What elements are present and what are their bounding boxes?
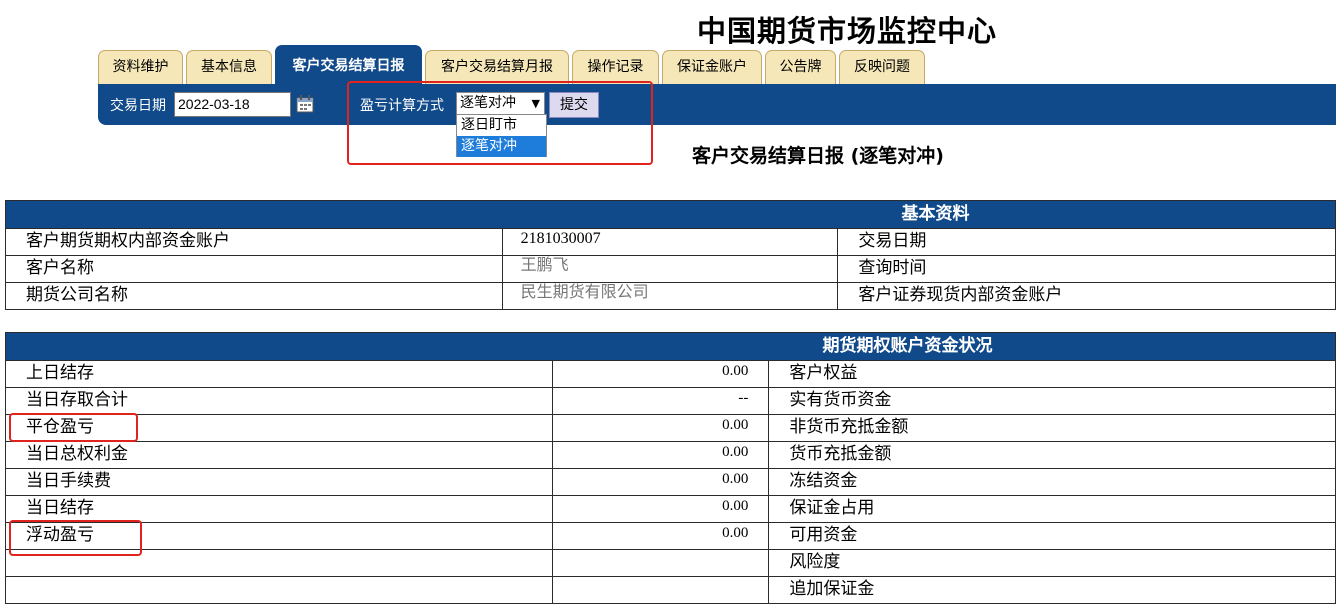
table-row: 期货公司名称 民生期货有限公司 客户证券现货内部资金账户 <box>5 282 1336 310</box>
fund-value <box>551 549 770 577</box>
fund-value: 0.00 <box>551 495 770 523</box>
site-title: 中国期货市场监控中心 <box>697 14 998 48</box>
info-right-label: 查询时间 <box>837 255 1336 283</box>
fund-value <box>551 576 770 604</box>
submit-button[interactable]: 提交 <box>549 92 599 118</box>
fund-value: 0.00 <box>551 522 770 550</box>
fund-right-label: 追加保证金 <box>768 576 1336 604</box>
fund-label <box>5 576 553 604</box>
table-row: 追加保证金 <box>5 576 1336 604</box>
basic-info-header: 基本资料 <box>5 200 1336 229</box>
table-row: 平仓盈亏 0.00 非货币充抵金额 <box>5 414 1336 442</box>
table-row: 客户期货期权内部资金账户 2181030007 交易日期 <box>5 228 1336 256</box>
tab-basic-info[interactable]: 基本信息 <box>186 50 272 84</box>
funds-header: 期货期权账户资金状况 <box>5 332 1336 361</box>
basic-info-table: 基本资料 客户期货期权内部资金账户 2181030007 交易日期 客户名称 王… <box>5 200 1336 310</box>
fund-label: 当日手续费 <box>5 468 553 496</box>
fund-label: 当日结存 <box>5 495 553 523</box>
info-label: 客户名称 <box>5 255 503 283</box>
tab-margin-account[interactable]: 保证金账户 <box>662 50 762 84</box>
tab-monthly-settlement[interactable]: 客户交易结算月报 <box>425 50 569 84</box>
tab-feedback[interactable]: 反映问题 <box>839 50 925 84</box>
pnl-method-dropdown: 逐日盯市 逐笔对冲 <box>456 114 547 157</box>
table-row: 当日结存 0.00 保证金占用 <box>5 495 1336 523</box>
fund-value: 0.00 <box>551 468 770 496</box>
fund-right-label: 非货币充抵金额 <box>768 414 1336 442</box>
fund-label: 浮动盈亏 <box>5 522 553 550</box>
date-label: 交易日期 <box>110 98 166 114</box>
fund-value: 0.00 <box>551 414 770 442</box>
fund-right-label: 冻结资金 <box>768 468 1336 496</box>
pnl-method-select[interactable]: 逐笔对冲 ▼ <box>456 92 545 115</box>
fund-label: 当日总权利金 <box>5 441 553 469</box>
info-value: 民生期货有限公司 <box>501 282 839 310</box>
calendar-icon[interactable] <box>296 94 314 113</box>
query-toolbar: 交易日期 2022-03-18 盈亏计算方式 逐笔对冲 ▼ 提交 <box>98 84 1336 125</box>
info-value: 王鹏飞 <box>501 255 839 283</box>
tab-bulletin[interactable]: 公告牌 <box>765 50 836 84</box>
table-row: 当日存取合计 -- 实有货币资金 <box>5 387 1336 415</box>
tab-daily-settlement[interactable]: 客户交易结算日报 <box>275 45 422 84</box>
tab-operation-log[interactable]: 操作记录 <box>572 50 659 84</box>
tab-profile-maintenance[interactable]: 资料维护 <box>98 50 183 84</box>
info-value: 2181030007 <box>501 228 839 256</box>
table-row: 风险度 <box>5 549 1336 577</box>
date-input[interactable]: 2022-03-18 <box>174 92 291 117</box>
info-right-label: 客户证券现货内部资金账户 <box>837 282 1336 310</box>
table-row: 客户名称 王鹏飞 查询时间 <box>5 255 1336 283</box>
option-trade-by-trade[interactable]: 逐笔对冲 <box>457 136 546 157</box>
fund-right-label: 保证金占用 <box>768 495 1336 523</box>
funds-status-table: 期货期权账户资金状况 上日结存 0.00 客户权益 当日存取合计 -- 实有货币… <box>5 332 1336 604</box>
fund-value: 0.00 <box>551 360 770 388</box>
fund-right-label: 风险度 <box>768 549 1336 577</box>
fund-right-label: 货币充抵金额 <box>768 441 1336 469</box>
report-title: 客户交易结算日报 (逐笔对冲) <box>692 145 944 167</box>
fund-right-label: 实有货币资金 <box>768 387 1336 415</box>
fund-label: 平仓盈亏 <box>5 414 553 442</box>
option-mark-to-market[interactable]: 逐日盯市 <box>457 115 546 136</box>
chevron-down-icon: ▼ <box>531 97 540 110</box>
table-row: 当日总权利金 0.00 货币充抵金额 <box>5 441 1336 469</box>
info-label: 期货公司名称 <box>5 282 503 310</box>
table-row: 浮动盈亏 0.00 可用资金 <box>5 522 1336 550</box>
fund-right-label: 客户权益 <box>768 360 1336 388</box>
pnl-method-label: 盈亏计算方式 <box>360 98 444 114</box>
table-row: 当日手续费 0.00 冻结资金 <box>5 468 1336 496</box>
fund-value: -- <box>551 387 770 415</box>
fund-label: 当日存取合计 <box>5 387 553 415</box>
fund-right-label: 可用资金 <box>768 522 1336 550</box>
info-label: 客户期货期权内部资金账户 <box>5 228 503 256</box>
fund-value: 0.00 <box>551 441 770 469</box>
fund-label: 上日结存 <box>5 360 553 388</box>
fund-label <box>5 549 553 577</box>
pnl-method-selected-value: 逐笔对冲 <box>460 95 516 111</box>
table-row: 上日结存 0.00 客户权益 <box>5 360 1336 388</box>
info-right-label: 交易日期 <box>837 228 1336 256</box>
